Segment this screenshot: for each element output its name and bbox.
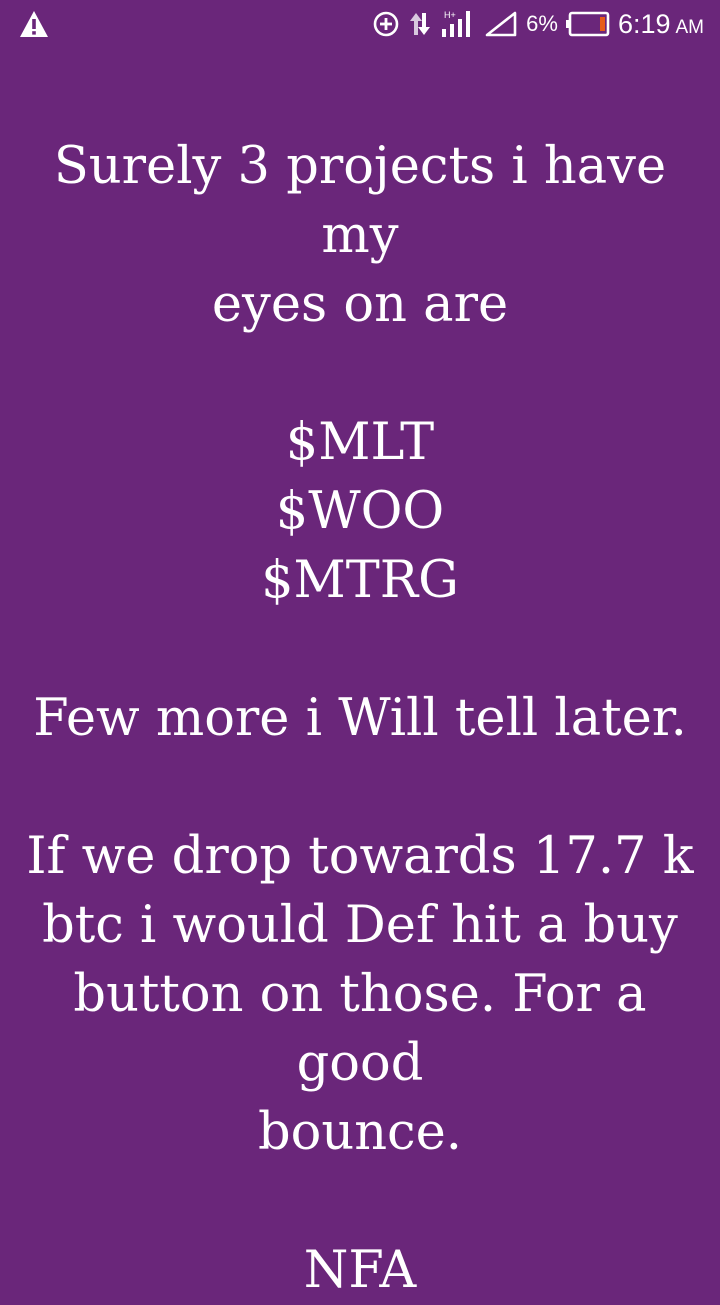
data-transfer-icon — [408, 10, 432, 38]
text-line: If we drop towards 17.7 k — [26, 827, 694, 886]
text-line: button on those. For a good — [73, 965, 647, 1093]
network-type-label: H+ — [444, 10, 456, 20]
time-ampm: AM — [675, 16, 705, 38]
disclaimer-paragraph: NFA — [20, 1236, 700, 1305]
wifi-signal-icon — [484, 10, 518, 38]
text-line: Surely 3 projects i have my — [53, 137, 667, 265]
more-paragraph: Few more i Will tell later. — [20, 684, 700, 753]
cell-signal-icon: H+ — [440, 9, 476, 39]
ticker-mtrg: $MTRG — [261, 551, 459, 610]
battery-percent: 6% — [526, 11, 558, 36]
text-line: Few more i Will tell later. — [33, 689, 687, 748]
ticker-mlt: $MLT — [285, 413, 435, 472]
text-line: eyes on are — [211, 275, 509, 334]
ticker-list: $MLT $WOO $MTRG — [20, 408, 700, 615]
text-line: btc i would Def hit a buy — [42, 896, 678, 955]
time-value: 6:19 — [617, 8, 671, 39]
status-icons: H+ 6% 6:19 AM — [372, 6, 704, 42]
data-saver-icon — [372, 10, 400, 38]
plan-paragraph: If we drop towards 17.7 k btc i would De… — [20, 822, 700, 1167]
battery-icon — [565, 11, 610, 37]
ticker-woo: $WOO — [275, 482, 445, 541]
intro-paragraph: Surely 3 projects i have my eyes on are — [20, 132, 700, 339]
text-line: bounce. — [258, 1103, 462, 1162]
disclaimer-text: NFA — [303, 1241, 417, 1300]
status-time: 6:19 AM — [617, 8, 705, 39]
warning-icon — [18, 9, 50, 39]
status-bar: H+ 6% 6:19 AM — [0, 0, 720, 48]
post-text: Surely 3 projects i have my eyes on are … — [20, 132, 700, 1305]
